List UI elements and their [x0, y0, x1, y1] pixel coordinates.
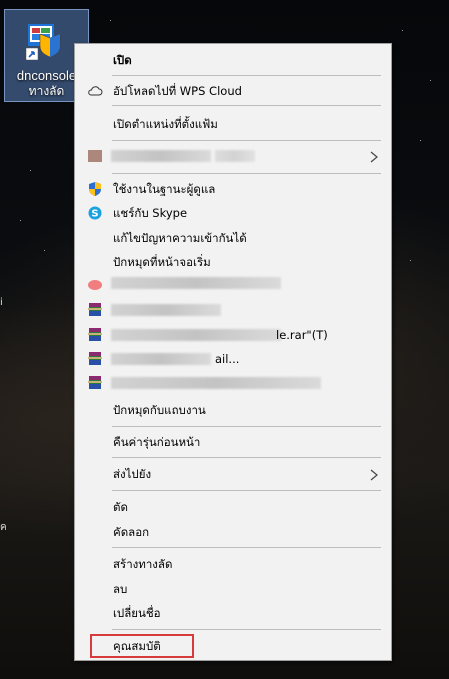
menu-item-troubleshoot[interactable]: แก้ไขปัญหาความเข้ากันได้: [75, 227, 391, 249]
star: [110, 20, 111, 21]
menu-item-upload-wps[interactable]: อัปโหลดไปที่ WPS Cloud: [75, 80, 391, 102]
star: [44, 250, 45, 251]
blurred-app-icon: [87, 148, 103, 164]
star: [410, 260, 411, 261]
menu-item-label: เปิดตำแหน่งที่ตั้งแฟ้ม: [113, 117, 218, 131]
menu-separator: [112, 457, 381, 458]
menu-item-run-as-admin[interactable]: ใช้งานในฐานะผู้ดูแล: [75, 178, 391, 200]
menu-item-label: ปักหมุดกับแถบงาน: [113, 403, 206, 417]
star: [420, 140, 421, 141]
menu-item-rar-2[interactable]: le.rar"(T): [75, 324, 391, 346]
blurred-text: [111, 304, 221, 316]
menu-item-rar-3[interactable]: ail...: [75, 348, 391, 370]
blurred-text: [111, 377, 321, 389]
blurred-text: [111, 277, 281, 289]
star: [30, 170, 31, 171]
menu-item-rar-1[interactable]: [75, 299, 391, 321]
menu-separator: [112, 629, 381, 630]
menu-item-pin-taskbar[interactable]: ปักหมุดกับแถบงาน: [75, 399, 391, 421]
menu-item-label: เปลี่ยนชื่อ: [113, 606, 161, 620]
cloud-icon: [87, 83, 103, 99]
menu-separator: [112, 547, 381, 548]
menu-item-label: อัปโหลดไปที่ WPS Cloud: [113, 84, 242, 98]
menu-separator: [112, 75, 381, 76]
star: [430, 80, 431, 81]
edge-fragment: i: [0, 297, 3, 308]
menu-item-send-to[interactable]: ส่งไปยัง: [75, 463, 391, 485]
menu-item-label: คัดลอก: [113, 525, 150, 539]
properties-highlight-box: [90, 634, 194, 658]
menu-separator: [112, 490, 381, 491]
blurred-text: [111, 353, 211, 365]
menu-separator: [112, 105, 381, 106]
chevron-right-icon: [367, 467, 381, 481]
menu-item-pin-start[interactable]: ปักหมุดที่หน้าจอเริ่ม: [75, 251, 391, 273]
menu-item-label: คืนค่ารุ่นก่อนหน้า: [113, 435, 201, 449]
svg-text:S: S: [91, 209, 98, 220]
app-shortcut-icon: [25, 20, 66, 61]
blurred-app-icon: [87, 277, 103, 293]
menu-item-blurred[interactable]: [75, 274, 391, 296]
menu-item-create-shortcut[interactable]: สร้างทางลัด: [75, 553, 391, 575]
menu-item-delete[interactable]: ลบ: [75, 578, 391, 600]
menu-item-blurred-submenu[interactable]: [75, 145, 391, 167]
star: [402, 30, 403, 31]
shield-icon: [87, 181, 103, 197]
context-menu: เปิด อัปโหลดไปที่ WPS Cloud เปิดตำแหน่งท…: [74, 43, 392, 661]
menu-item-open[interactable]: เปิด: [75, 49, 391, 71]
menu-item-label: เปิด: [113, 53, 132, 67]
menu-item-label: ตัด: [113, 500, 128, 514]
menu-item-restore-versions[interactable]: คืนค่ารุ่นก่อนหน้า: [75, 431, 391, 453]
menu-separator: [112, 140, 381, 141]
menu-item-label: le.rar"(T): [276, 328, 328, 342]
blurred-text: [215, 150, 255, 162]
menu-item-label: ส่งไปยัง: [113, 467, 152, 481]
menu-item-copy[interactable]: คัดลอก: [75, 521, 391, 543]
menu-separator: [112, 173, 381, 174]
menu-item-rename[interactable]: เปลี่ยนชื่อ: [75, 602, 391, 624]
menu-item-label: สร้างทางลัด: [113, 557, 173, 571]
blurred-text: [111, 150, 211, 162]
winrar-icon: [87, 327, 103, 343]
menu-item-label: ใช้งานในฐานะผู้ดูแล: [113, 182, 216, 196]
edge-fragment: ค: [0, 522, 7, 533]
menu-separator: [112, 426, 381, 427]
skype-icon: S: [87, 205, 103, 221]
menu-item-label: แก้ไขปัญหาความเข้ากันได้: [113, 231, 247, 245]
blurred-text: [111, 329, 281, 341]
menu-item-label: ail...: [215, 352, 240, 366]
winrar-icon: [87, 351, 103, 367]
menu-item-label: แชร์กับ Skype: [113, 206, 188, 220]
menu-item-share-skype[interactable]: S แชร์กับ Skype: [75, 202, 391, 224]
menu-item-open-file-location[interactable]: เปิดตำแหน่งที่ตั้งแฟ้ม: [75, 113, 391, 135]
menu-item-label: ลบ: [113, 582, 128, 596]
menu-item-cut[interactable]: ตัด: [75, 496, 391, 518]
chevron-right-icon: [367, 149, 381, 163]
menu-item-label: ปักหมุดที่หน้าจอเริ่ม: [113, 255, 211, 269]
star: [20, 220, 21, 221]
menu-item-rar-4[interactable]: [75, 372, 391, 394]
winrar-icon: [87, 375, 103, 391]
winrar-icon: [87, 302, 103, 318]
